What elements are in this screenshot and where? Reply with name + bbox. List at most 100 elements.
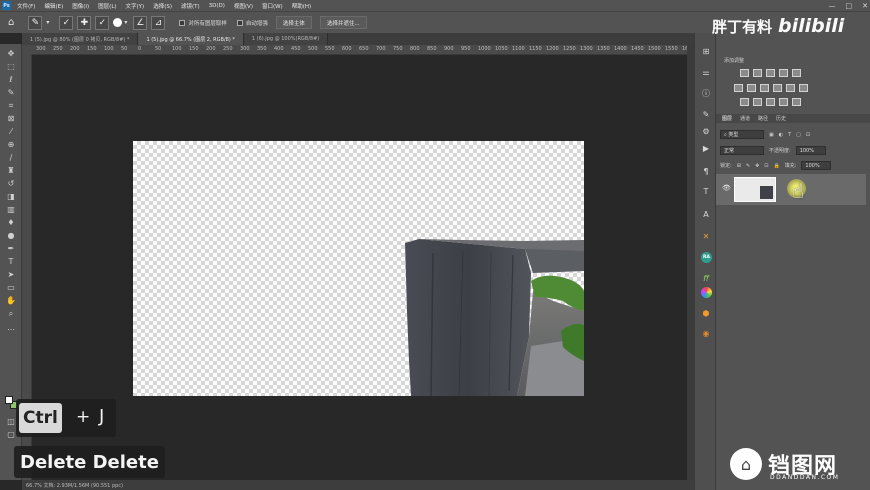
invert-icon[interactable] <box>740 98 749 106</box>
subtract-selection-icon[interactable]: ✓ <box>95 15 110 30</box>
blend-mode-select[interactable]: 正常 <box>720 146 764 155</box>
actions-panel-icon[interactable]: ▶ <box>699 142 713 154</box>
tab-paths[interactable]: 路径 <box>758 115 768 122</box>
brush-panel-icon[interactable]: ✎ <box>699 108 713 120</box>
lock-pixels-icon[interactable]: ⊞ <box>737 163 741 169</box>
character-panel-icon[interactable]: T <box>699 185 713 197</box>
brush-size-icon[interactable] <box>113 18 123 27</box>
minimize-button[interactable]: — <box>829 2 836 10</box>
extension-plugin-icon[interactable]: ◉ <box>699 327 713 339</box>
horizontal-ruler[interactable]: 300 250 200 150 100 50 0 50 100 150 200 250 300 350 40… <box>32 45 687 55</box>
clone-stamp-tool-icon[interactable]: ♜ <box>4 165 18 176</box>
quick-selection-tool-icon[interactable]: ✎ <box>4 87 18 98</box>
vertical-scrollbar[interactable] <box>687 45 694 480</box>
lasso-tool-icon[interactable]: ℓ <box>4 74 18 85</box>
more-tools-icon[interactable]: ⋯ <box>4 324 18 335</box>
frame-tool-icon[interactable]: ⊠ <box>4 113 18 124</box>
filter-type-icon[interactable]: T <box>788 132 791 138</box>
tab-document-1[interactable]: 1 (5).jpg @ 80% (图层 0 拷贝, RGB/8#) * <box>22 33 139 45</box>
hue-saturation-icon[interactable] <box>734 84 743 92</box>
tab-document-2[interactable]: 1 (5).jpg @ 66.7% (图层 2, RGB/8) * <box>138 33 244 45</box>
ra-plugin-icon[interactable]: RA <box>701 252 712 263</box>
eye-icon[interactable]: 👁 <box>722 184 731 192</box>
chevron-down-icon[interactable]: ▾ <box>46 19 49 26</box>
layer-thumbnail[interactable] <box>734 177 776 202</box>
exposure-icon[interactable] <box>779 69 788 77</box>
move-tool-icon[interactable]: ✥ <box>4 48 18 59</box>
lock-position-icon[interactable]: ✥ <box>755 163 759 169</box>
add-selection-icon[interactable]: ✚ <box>77 15 92 30</box>
hand-tool-icon[interactable]: ✋ <box>4 295 18 306</box>
black-white-icon[interactable] <box>760 84 769 92</box>
brightness-icon[interactable] <box>740 69 749 77</box>
menu-image[interactable]: 图像(I) <box>72 2 89 10</box>
crop-tool-icon[interactable]: ⌗ <box>4 100 18 111</box>
layer-kind-filter[interactable]: ⌕ 类型 <box>720 130 764 139</box>
menu-help[interactable]: 帮助(H) <box>292 2 311 10</box>
photoshop-logo-icon[interactable]: Ps <box>2 1 11 10</box>
lock-all-icon[interactable]: 🔒 <box>774 163 780 169</box>
layer-row[interactable]: 👁 ☝ <box>716 174 866 205</box>
ff-plugin-icon[interactable]: ff <box>699 272 713 284</box>
tab-history[interactable]: 历史 <box>776 115 786 122</box>
selective-color-icon[interactable] <box>792 98 801 106</box>
filter-shape-icon[interactable]: ▢ <box>796 132 801 138</box>
blur-tool-icon[interactable]: ♦ <box>4 217 18 228</box>
glyphs-panel-icon[interactable]: A <box>699 208 713 220</box>
gradient-tool-icon[interactable]: ▥ <box>4 204 18 215</box>
color-lookup-icon[interactable] <box>799 84 808 92</box>
color-wheel-icon[interactable] <box>701 287 712 298</box>
filter-pixel-icon[interactable]: ▣ <box>769 132 774 138</box>
paragraph-panel-icon[interactable]: ¶ <box>699 165 713 177</box>
history-brush-tool-icon[interactable]: ↺ <box>4 178 18 189</box>
threshold-icon[interactable] <box>766 98 775 106</box>
eraser-tool-icon[interactable]: ◨ <box>4 191 18 202</box>
type-tool-icon[interactable]: T <box>4 256 18 267</box>
adjustments-panel-icon[interactable]: ⚙ <box>699 125 713 137</box>
tab-channels[interactable]: 通道 <box>740 115 750 122</box>
opacity-input[interactable]: 100% <box>795 146 826 155</box>
sample-all-layers-checkbox[interactable]: 对所有图层取样 <box>179 19 227 27</box>
auto-enhance-checkbox[interactable]: 自动增强 <box>236 19 268 27</box>
color-balance-icon[interactable] <box>747 84 756 92</box>
menu-file[interactable]: 文件(F) <box>17 2 35 10</box>
channel-mixer-icon[interactable] <box>786 84 795 92</box>
healing-tool-icon[interactable]: ⊕ <box>4 139 18 150</box>
menu-view[interactable]: 视图(V) <box>234 2 253 10</box>
pen-tool-icon[interactable]: ✒ <box>4 243 18 254</box>
fill-input[interactable]: 100% <box>801 161 832 170</box>
photo-filter-icon[interactable] <box>773 84 782 92</box>
foreground-color-swatch[interactable] <box>5 396 13 404</box>
brush-tool-icon[interactable]: ∕ <box>4 152 18 163</box>
curves-icon[interactable] <box>766 69 775 77</box>
angle-icon[interactable]: ∠ <box>133 15 148 30</box>
menu-select[interactable]: 选择(S) <box>153 2 172 10</box>
close-button[interactable]: ✕ <box>862 2 868 10</box>
info-panel-icon[interactable]: ⓘ <box>699 87 713 99</box>
brush-size-dropdown-icon[interactable]: ▾ <box>124 19 127 26</box>
marquee-tool-icon[interactable]: ⬚ <box>4 61 18 72</box>
shape-tool-icon[interactable]: ▭ <box>4 282 18 293</box>
menu-type[interactable]: 文字(Y) <box>126 2 145 10</box>
select-and-mask-button[interactable]: 选择并遮住... <box>319 16 367 29</box>
dodge-tool-icon[interactable]: ● <box>4 230 18 241</box>
menu-edit[interactable]: 编辑(E) <box>44 2 63 10</box>
filter-smart-icon[interactable]: ⊡ <box>806 132 810 138</box>
tab-document-3[interactable]: 1 (6).jpg @ 100%(RGB/8#) <box>243 33 329 45</box>
path-selection-tool-icon[interactable]: ➤ <box>4 269 18 280</box>
lock-image-icon[interactable]: ✎ <box>746 163 750 169</box>
menu-3d[interactable]: 3D(D) <box>209 3 225 9</box>
filter-adjustment-icon[interactable]: ◐ <box>779 132 783 138</box>
lock-artboard-icon[interactable]: ⊡ <box>764 163 768 169</box>
new-selection-icon[interactable]: ✓ <box>59 15 74 30</box>
cube-plugin-icon[interactable]: ⬢ <box>699 307 713 319</box>
menu-layer[interactable]: 图层(L) <box>98 2 116 10</box>
levels-icon[interactable] <box>753 69 762 77</box>
document-canvas[interactable] <box>133 141 584 396</box>
posterize-icon[interactable] <box>753 98 762 106</box>
tab-layers[interactable]: 图层 <box>722 115 732 122</box>
gradient-map-icon[interactable] <box>779 98 788 106</box>
eyedropper-tool-icon[interactable]: ⁄ <box>4 126 18 137</box>
plugin-tools-icon[interactable]: ✕ <box>699 230 713 242</box>
vibrance-icon[interactable] <box>792 69 801 77</box>
